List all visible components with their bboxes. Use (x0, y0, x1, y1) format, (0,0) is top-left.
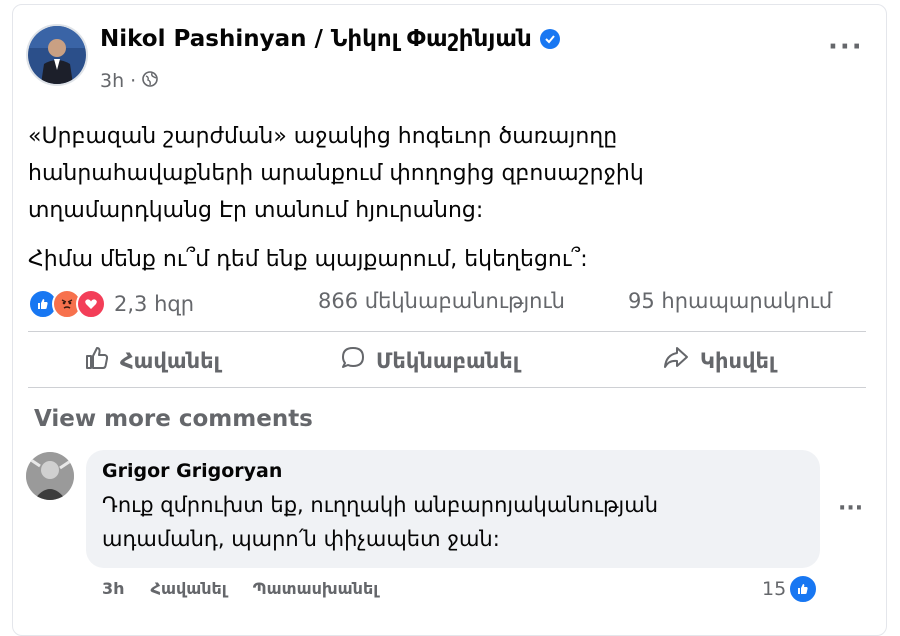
post-meta: 3h · (100, 70, 158, 92)
comment-text-line: Դուք զմրուխտ եք, ուղղակի անբարոյականությ… (102, 493, 659, 517)
share-arrow-icon (662, 345, 690, 376)
divider (28, 387, 866, 388)
comment-text: Դուք զմրուխտ եք, ուղղակի անբարոյականությ… (102, 488, 802, 556)
comment-text-line: ադամանդ, պարո՛ն փիչապետ ջան: (102, 527, 500, 551)
reactions-summary[interactable]: 2,3 հզր (28, 289, 194, 319)
comment-button[interactable]: Մեկնաբանել (340, 345, 519, 376)
shares-count[interactable]: 95 հրապարակում (628, 289, 832, 313)
commenter-name[interactable]: Grigor Grigoryan (102, 460, 282, 482)
post-author[interactable]: Nikol Pashinyan / Նիկոլ Փաշինյան (100, 26, 560, 52)
comment-bubble: Grigor Grigoryan Դուք զմրուխտ եք, ուղղակ… (86, 450, 820, 568)
post-time[interactable]: 3h (100, 70, 124, 92)
globe-icon (142, 70, 158, 92)
post-body: «Սրբազան շարժման» աջակից հոգեւոր ծառայող… (28, 118, 858, 278)
love-reaction-icon (76, 289, 106, 319)
comment-likes[interactable]: 15 (762, 574, 819, 604)
view-more-comments-link[interactable]: View more comments (34, 406, 313, 432)
commenter-avatar[interactable] (26, 452, 74, 500)
like-button[interactable]: Հավանել (84, 345, 220, 376)
comment-time[interactable]: 3h (102, 579, 125, 598)
author-name[interactable]: Nikol Pashinyan / Նիկոլ Փաշինյան (100, 26, 532, 52)
comment-reply-button[interactable]: Պատասխանել (253, 579, 378, 598)
comment-actions: 3h Հավանել Պատասխանել (102, 579, 378, 598)
post-body-line: տղամարդկանց Էր տանում հյուրանոց: (28, 198, 484, 223)
comment-more-options-icon[interactable]: ··· (838, 496, 863, 521)
comment-button-label: Մեկնաբանել (376, 348, 520, 373)
divider (28, 331, 866, 332)
post-body-line: հանրահավաքների արանքում փողոցից զբոսաշրջ… (28, 161, 644, 186)
author-avatar[interactable] (26, 24, 88, 86)
like-button-label: Հավանել (120, 348, 221, 373)
comment-like-count: 15 (762, 578, 787, 600)
comments-count[interactable]: 866 մեկնաբանություն (318, 289, 565, 313)
like-reaction-icon (788, 574, 819, 604)
share-button-label: Կիսվել (700, 348, 776, 373)
meta-dot: · (130, 70, 137, 92)
comment-like-button[interactable]: Հավանել (151, 579, 227, 598)
thumbs-up-icon (84, 345, 110, 376)
share-button[interactable]: Կիսվել (662, 345, 775, 376)
post-more-options-icon[interactable]: ··· (828, 32, 864, 62)
post-body-line: Հիմա մենք ու՞մ դեմ ենք պայքարում, եկեղեց… (28, 247, 588, 272)
verified-badge-icon (539, 29, 560, 49)
reaction-count[interactable]: 2,3 հզր (114, 292, 194, 316)
post-body-line: «Սրբազան շարժման» աջակից հոգեւոր ծառայող… (28, 124, 618, 149)
speech-bubble-icon (340, 345, 366, 376)
